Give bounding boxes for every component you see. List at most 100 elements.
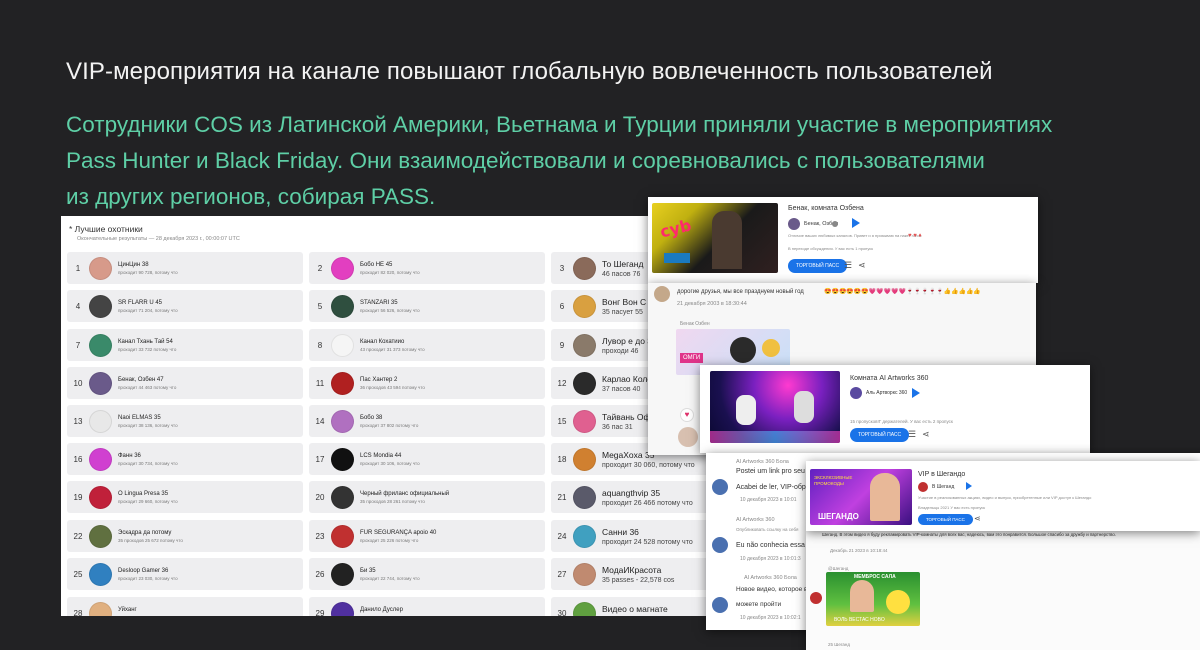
avatar [712,479,728,495]
avatar [331,562,354,586]
trade-pass-button[interactable]: ТОРГОВЫЙ ПАСС [850,428,910,442]
avatar [573,524,596,548]
avatar [89,524,112,548]
leaderboard-entry[interactable]: 19 O Lingua Presa 35 проходит 29 660, пото… [67,481,303,513]
channel-name: ЦинЦин 38 [118,261,149,268]
comment-date: Декабрь 21 2023 в 10:18:44 [830,548,888,553]
leaderboard-entry[interactable]: 5 STANZARI 35 проходит 56 526, потому что [309,290,545,322]
leaderboard-entry[interactable]: 23 FUR SEGURANÇA apoio 40 проходит 25 226 … [309,520,545,552]
pass-score: проходит 21 283 потому что [602,616,693,617]
rank-number: 5 [317,301,323,311]
rank-number: 28 [73,608,83,617]
avatar [788,218,800,230]
leaderboard-entry[interactable]: 11 Пас Хантер 2 36 проходов 43 594 потому … [309,367,545,399]
pass-score: 37 проходов 22 066 потому что [118,615,183,617]
channel-name: Уйханг [118,606,137,613]
comment-author: @Шеганд [828,566,849,571]
rank-number: 22 [73,531,83,541]
channel-name: Черный фриланс официальный [360,490,450,497]
pass-note: Владельцы 2021 У вас есть пропуск [918,505,986,510]
rank-number: 29 [315,608,325,617]
subtitle-line: Pass Hunter и Black Friday. Они взаимоде… [66,148,985,173]
comment-author: Бенак Озбен [680,321,710,327]
rank-number: 27 [557,569,567,579]
leaderboard-entry[interactable]: 13 Naoi ELMAS 35 проходит 38 136, потому ч… [67,405,303,437]
channel-description: Отличие ваших любимых каналов. Привет и … [788,233,922,238]
leaderboard-entry[interactable]: 7 Канал Тхань Тай 54 проходит 33 732 потом… [67,329,303,361]
play-icon[interactable] [966,482,972,490]
avatar [331,371,354,395]
trade-pass-button[interactable]: ТОРГОВЫЙ ПАСС [918,514,973,525]
comment-text: можете пройти [736,601,782,608]
pass-score: 35 проходов 25 672 потому что [118,537,183,543]
pass-note: В переходе обсуждения. У вас есть 1 проп… [788,246,874,251]
leaderboard-meta: Окончательные результаты — 28 декабря 20… [77,236,240,242]
pass-score: проходит 29 660, потому что [118,498,178,504]
channel-name: Аль Артворкс 360 [866,390,908,396]
leaderboard-entry[interactable]: 22 Эскадра да потому 35 проходов 25 672 по… [67,520,303,552]
avatar [918,482,928,492]
comment-text: дорогие друзья, мы все празднуем новый г… [677,289,804,295]
channel-name: Данило Дуслер [360,606,403,613]
avatar [712,597,728,613]
leaderboard-entry[interactable]: 10 Бенак, Озбен 47 проходит 44 463 потому … [67,367,303,399]
rank-number: 8 [317,340,323,350]
heart-icon[interactable]: ♥ [680,408,694,422]
share-icon[interactable]: ⋖ [858,261,866,270]
poster-image[interactable]: МЕМБРОС САЛА ВОЛЬ ВЕСТАС НОВО [826,572,920,626]
pass-score: проходит 90 728, потому что [118,269,178,275]
comment-text: Опубликовать ссылку на себя [736,527,799,532]
leaderboard-entry[interactable]: 16 Фанн 36 проходит 30 734, потому что [67,443,303,475]
list-icon[interactable]: ☰ [908,430,916,439]
verified-icon [832,221,838,227]
list-icon[interactable]: ☰ [844,261,852,270]
pass-note: 15 пропусков!Г держателей. У вас есть 2 … [850,419,953,424]
leaderboard-entry[interactable]: 2 Бобо НЕ 45 проходит 82 020, потому что [309,252,545,284]
rank-number: 19 [73,492,83,502]
leaderboard-entry[interactable]: 14 Бобо 38 проходит 37 802 потому что [309,405,545,437]
rank-number: 23 [315,531,325,541]
channel-description: Участие в реализованных акциях, видео и … [918,495,1092,500]
comment-author: AI Artworks 360 Бола [736,459,789,465]
trade-pass-button[interactable]: ТОРГОВЫЙ ПАСС [788,259,848,273]
poster-bottom-label: ВОЛЬ ВЕСТАС НОВО [834,617,885,623]
channel-name: Пас Хантер 2 [360,376,398,383]
avatar [678,427,698,447]
channel-name: LCS Mondia 44 [360,452,402,459]
share-icon[interactable]: ⋖ [974,515,981,523]
rank-number: 30 [557,608,567,617]
leaderboard-entry[interactable]: 20 Черный фриланс официальный 35 проходов … [309,481,545,513]
leaderboard-entry[interactable]: 1 ЦинЦин 38 проходит 90 728, потому что [67,252,303,284]
vip-room-window-shegando: ЭКСКЛЮЗИВНЫЕ ПРОМОКОДЫ ШЕГАНДО VIP в Шег… [806,461,1200,531]
video-thumbnail[interactable]: ЭКСКЛЮЗИВНЫЕ ПРОМОКОДЫ ШЕГАНДО [810,469,912,525]
leaderboard-entry[interactable]: 26 Би 35 проходит 22 744, потому что [309,558,545,590]
rank-number: 20 [315,492,325,502]
play-icon[interactable] [912,388,920,398]
leaderboard-entry[interactable]: 25 Desloop Gamer 36 проходит 23 030, потом… [67,558,303,590]
rank-number: 15 [557,416,567,426]
channel-name: Бобо НЕ 45 [360,261,393,268]
pass-score: проходит 22 744, потому что [360,575,420,581]
rank-number: 2 [317,263,323,273]
share-icon[interactable]: ⋖ [922,430,930,439]
channel-name: O Lingua Presa 35 [118,490,169,497]
channel-name: SR FLARR U 45 [118,299,163,306]
leaderboard-entry[interactable]: 8 Канал Кохатиио 43 проходит 31 373 потому… [309,329,545,361]
leaderboard-entry[interactable]: 17 LCS Mondia 44 проходит 30 106, потому ч… [309,443,545,475]
leaderboard-entry[interactable]: 4 SR FLARR U 45 проходит 71 204, потому чт… [67,290,303,322]
play-icon[interactable] [852,218,860,228]
comment-text: Postei um link pro seu ii [736,468,810,475]
pass-score: 36 проходов 43 594 потому что [360,384,425,390]
leaderboard-entry[interactable]: 28 Уйханг 37 проходов 22 066 потому что [67,597,303,616]
video-thumbnail[interactable]: cyb [652,203,778,273]
vip-room-window-ai-artworks: Комната AI Artworks 360 Аль Артворкс 360… [700,365,1090,453]
avatar [89,333,112,357]
leaderboard-entry[interactable]: 29 Данило Дуслер 36 проходов 21 873 потому… [309,597,545,616]
channel-name: Desloop Gamer 36 [118,567,169,574]
video-thumbnail[interactable] [710,371,840,443]
channel-name: STANZARI 35 [360,299,398,306]
avatar [89,294,112,318]
rank-number: 7 [75,340,81,350]
vip-room-window-benak: cyb Бенак, комната Озбена Бенак, Озбен О… [648,197,1038,283]
channel-name: Бобо 38 [360,414,383,421]
